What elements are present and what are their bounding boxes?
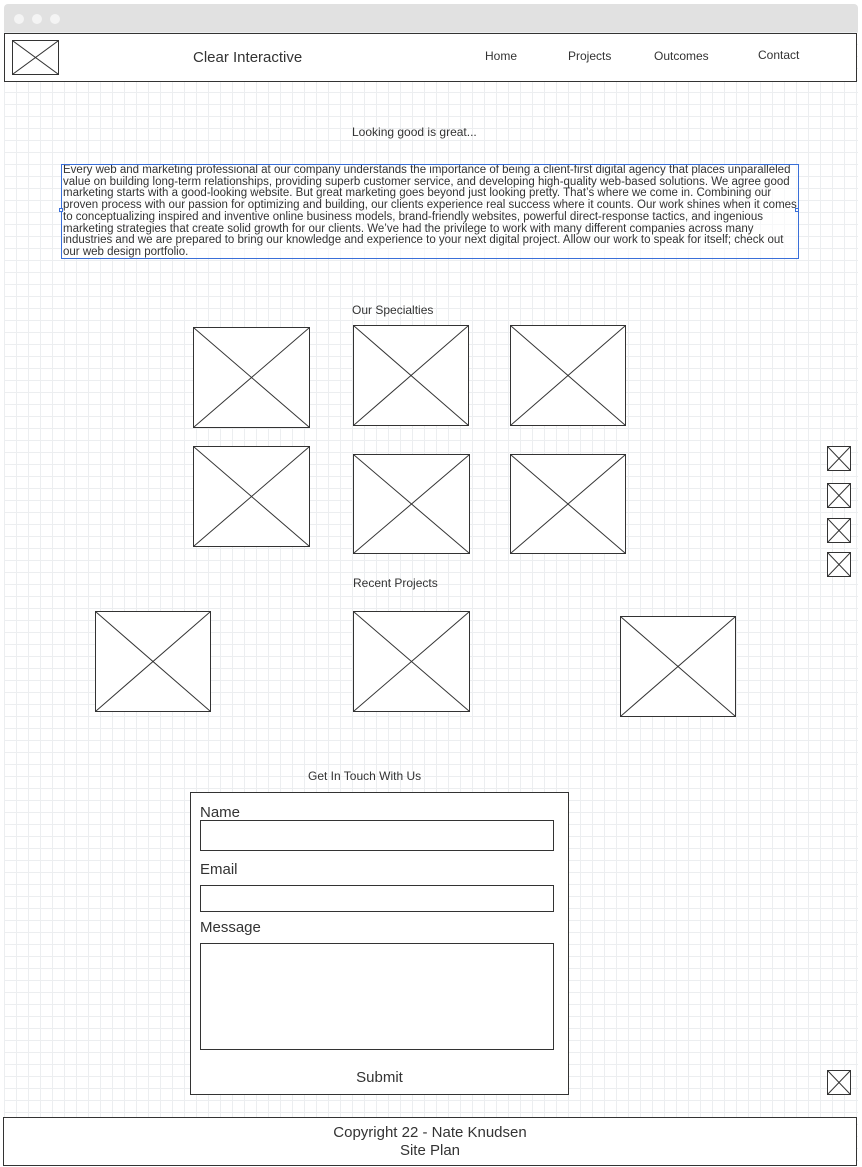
project-image-placeholder-icon[interactable] <box>620 616 736 717</box>
side-image-placeholder-icon[interactable] <box>827 446 851 471</box>
name-input[interactable] <box>200 820 554 851</box>
intro-paragraph[interactable]: Every web and marketing professional at … <box>61 164 799 259</box>
window-titlebar <box>4 4 858 32</box>
window-dot-icon <box>14 14 24 24</box>
message-textarea[interactable] <box>200 943 554 1050</box>
intro-heading: Looking good is great... <box>352 125 477 139</box>
specialty-image-placeholder-icon[interactable] <box>353 454 470 554</box>
name-label: Name <box>200 804 241 821</box>
project-image-placeholder-icon[interactable] <box>95 611 211 712</box>
specialties-heading: Our Specialties <box>352 303 434 317</box>
projects-heading: Recent Projects <box>353 576 438 590</box>
browser-window: Clear Interactive Home Projects Outcomes… <box>0 0 862 1167</box>
specialty-image-placeholder-icon[interactable] <box>193 327 310 428</box>
site-header: Clear Interactive Home Projects Outcomes… <box>4 33 857 82</box>
nav-link-projects[interactable]: Projects <box>568 49 611 63</box>
nav-link-outcomes[interactable]: Outcomes <box>654 49 709 63</box>
side-image-placeholder-icon[interactable] <box>827 483 851 508</box>
specialty-image-placeholder-icon[interactable] <box>510 325 626 426</box>
specialty-image-placeholder-icon[interactable] <box>510 454 626 554</box>
side-image-placeholder-icon[interactable] <box>827 552 851 577</box>
email-label: Email <box>200 861 238 878</box>
resize-handle[interactable] <box>59 208 63 212</box>
message-label: Message <box>200 919 261 936</box>
brand-title: Clear Interactive <box>193 49 303 66</box>
submit-button[interactable]: Submit <box>191 1069 568 1086</box>
side-image-placeholder-icon[interactable] <box>827 518 851 543</box>
email-input[interactable] <box>200 885 554 912</box>
resize-handle[interactable] <box>795 208 799 212</box>
nav-link-home[interactable]: Home <box>485 49 517 63</box>
contact-form: Name Email Message Submit <box>190 792 569 1095</box>
nav-link-contact[interactable]: Contact <box>758 48 799 62</box>
specialty-image-placeholder-icon[interactable] <box>193 446 310 547</box>
contact-heading: Get In Touch With Us <box>308 769 422 783</box>
logo-image-placeholder-icon[interactable] <box>12 40 59 75</box>
site-footer: Copyright 22 - Nate Knudsen Site Plan <box>3 1117 857 1166</box>
specialty-image-placeholder-icon[interactable] <box>353 325 469 426</box>
window-dot-icon <box>50 14 60 24</box>
side-image-placeholder-icon[interactable] <box>827 1070 851 1095</box>
footer-copyright: Copyright 22 - Nate Knudsen <box>333 1124 527 1141</box>
window-dot-icon <box>32 14 42 24</box>
project-image-placeholder-icon[interactable] <box>353 611 470 712</box>
footer-subtitle: Site Plan <box>399 1142 461 1159</box>
